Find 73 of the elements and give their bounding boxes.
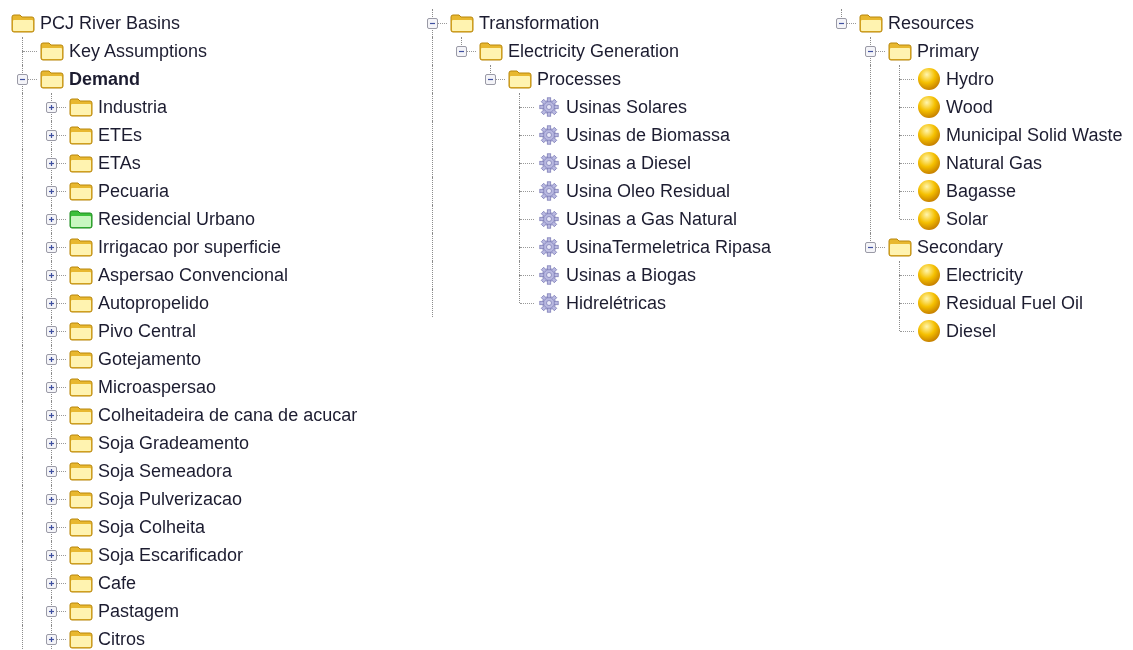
expand-toggle-icon[interactable] (46, 269, 57, 281)
tree-item-label[interactable]: Wood (946, 96, 993, 118)
tree-item-label[interactable]: Usinas a Diesel (566, 152, 692, 174)
expand-toggle-icon[interactable] (46, 633, 57, 645)
tree-item-label[interactable]: Residual Fuel Oil (946, 292, 1084, 314)
tree-item-label[interactable]: Soja Escarificador (98, 544, 244, 566)
tree-item-label[interactable]: Diesel (946, 320, 997, 342)
tree-item-label[interactable]: Gotejamento (98, 348, 202, 370)
tree-item-label[interactable]: Usinas a Gas Natural (566, 208, 738, 230)
tree-item-label[interactable]: Soja Colheita (98, 516, 206, 538)
tree-item-label[interactable]: Soja Pulverizacao (98, 488, 243, 510)
tree-item-label[interactable]: Microaspersao (98, 376, 217, 398)
tree-item-label[interactable]: Primary (917, 40, 979, 62)
expand-toggle-icon[interactable] (46, 101, 57, 113)
expand-toggle-icon[interactable] (836, 17, 847, 29)
tree-item-label[interactable]: Usinas Solares (566, 96, 688, 118)
expand-toggle-icon[interactable] (865, 45, 876, 57)
expand-toggle-icon[interactable] (865, 241, 876, 253)
tree-item-label[interactable]: Usinas de Biomassa (566, 124, 731, 146)
expand-toggle-icon[interactable] (46, 521, 57, 533)
tree-item-label[interactable]: Resources (888, 12, 975, 34)
tree-item-label[interactable]: Colheitadeira de cana de acucar (98, 404, 358, 426)
expand-toggle-icon[interactable] (46, 577, 57, 589)
expand-toggle-icon[interactable] (46, 381, 57, 393)
tree-item-label[interactable]: Key Assumptions (69, 40, 208, 62)
expand-toggle-icon[interactable] (485, 73, 496, 85)
expand-toggle-icon[interactable] (46, 437, 57, 449)
tree-item-label[interactable]: Irrigacao por superficie (98, 236, 282, 258)
tree-item-label[interactable]: Bagasse (946, 180, 1017, 202)
expand-toggle-icon[interactable] (46, 213, 57, 225)
tree-item-label[interactable]: Pastagem (98, 600, 180, 622)
expand-toggle-icon[interactable] (46, 353, 57, 365)
tree-item-label[interactable]: Pecuaria (98, 180, 170, 202)
expand-toggle-icon[interactable] (46, 185, 57, 197)
tree-item-label[interactable]: Solar (946, 208, 989, 230)
tree-item-label[interactable]: Natural Gas (946, 152, 1043, 174)
tree-item-label[interactable]: PCJ River Basins (40, 12, 181, 34)
expand-toggle-icon[interactable] (46, 549, 57, 561)
tree-item-label[interactable]: ETAs (98, 152, 141, 174)
tree-item-label[interactable]: Municipal Solid Waste (946, 124, 1123, 146)
tree-item-label[interactable]: Residencial Urbano (98, 208, 256, 230)
expand-toggle-icon[interactable] (46, 157, 57, 169)
tree-item-label[interactable]: Pivo Central (98, 320, 197, 342)
expand-toggle-icon[interactable] (46, 605, 57, 617)
expand-toggle-icon[interactable] (456, 45, 467, 57)
tree-item-label[interactable]: Soja Gradeamento (98, 432, 250, 454)
expand-toggle-icon[interactable] (46, 297, 57, 309)
tree-item-label[interactable]: UsinaTermeletrica Ripasa (566, 236, 772, 258)
tree-item-label[interactable]: ETEs (98, 124, 142, 146)
tree-item-label[interactable]: Hydro (946, 68, 994, 90)
tree-item-label[interactable]: Hidrelétricas (566, 292, 667, 314)
tree-item-label[interactable]: Industria (98, 96, 168, 118)
expand-toggle-icon[interactable] (46, 409, 57, 421)
tree-item-label[interactable]: Electricity Generation (508, 40, 680, 62)
expand-toggle-icon[interactable] (46, 325, 57, 337)
expand-toggle-icon[interactable] (46, 465, 57, 477)
tree-item-label[interactable]: Transformation (479, 12, 600, 34)
tree-item-label[interactable]: Autopropelido (98, 292, 210, 314)
tree-item-label[interactable]: Usinas a Biogas (566, 264, 697, 286)
tree-item-label[interactable]: Citros (98, 628, 145, 650)
expand-toggle-icon[interactable] (46, 493, 57, 505)
tree-item-label[interactable]: Demand (69, 68, 140, 90)
tree-item-label[interactable]: Electricity (946, 264, 1023, 286)
expand-toggle-icon[interactable] (427, 17, 438, 29)
tree-item-label[interactable]: Soja Semeadora (98, 460, 233, 482)
expand-toggle-icon[interactable] (46, 241, 57, 253)
expand-toggle-icon[interactable] (46, 129, 57, 141)
tree-item-label[interactable]: Aspersao Convencional (98, 264, 289, 286)
tree-item-label[interactable]: Cafe (98, 572, 137, 594)
tree-item-label[interactable]: Secondary (917, 236, 1004, 258)
tree-item-label[interactable]: Usina Oleo Residual (566, 180, 731, 202)
expand-toggle-icon[interactable] (17, 73, 28, 85)
tree-item-label[interactable]: Processes (537, 68, 622, 90)
